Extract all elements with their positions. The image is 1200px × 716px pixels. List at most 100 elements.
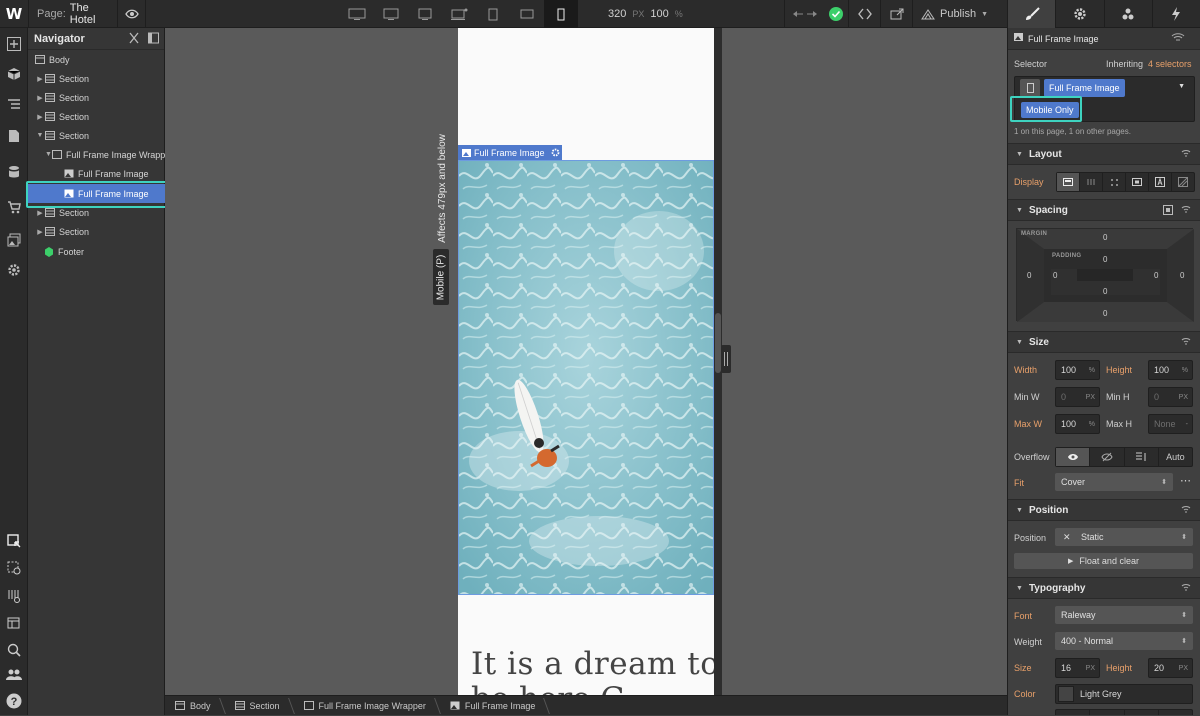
preview-selection-icon[interactable] — [0, 555, 28, 581]
padding-top-value[interactable]: 0 — [1103, 255, 1107, 264]
tablet-breakpoint-icon[interactable] — [476, 0, 510, 28]
desktop-medium-breakpoint-icon[interactable] — [374, 0, 408, 28]
margin-left-value[interactable]: 0 — [1027, 271, 1031, 280]
layout-section-header[interactable]: ▼ Layout — [1008, 143, 1200, 165]
text-align-right-icon[interactable] — [1125, 710, 1159, 715]
desktop-large-breakpoint-icon[interactable] — [340, 0, 374, 28]
position-section-header[interactable]: ▼ Position — [1008, 499, 1200, 521]
breadcrumb-wrapper[interactable]: Full Frame Image Wrapper — [294, 696, 440, 716]
collapse-arrow-icon[interactable]: ▼ — [36, 132, 44, 139]
webflow-logo[interactable]: W — [0, 0, 28, 28]
page-heading[interactable]: It is a dream to — [471, 646, 714, 682]
tree-item-body[interactable]: Body — [28, 50, 165, 69]
line-height-input[interactable]: 20 PX — [1148, 658, 1193, 678]
display-inline-block-icon[interactable] — [1126, 173, 1149, 191]
select-element-icon[interactable] — [0, 528, 28, 554]
max-height-input[interactable]: None - — [1148, 414, 1193, 434]
style-panel-tab[interactable] — [1007, 0, 1056, 28]
search-icon[interactable] — [0, 637, 28, 663]
text-color-field[interactable]: Light Grey — [1055, 684, 1193, 704]
expand-arrow-icon[interactable]: ▶ — [36, 75, 44, 83]
overflow-scroll-icon[interactable] — [1125, 448, 1159, 466]
breadcrumb-body[interactable]: Body — [165, 696, 225, 716]
tree-item-section[interactable]: ▶ Section — [28, 69, 165, 88]
tree-item-section[interactable]: ▶ Section — [28, 88, 165, 107]
pages-icon[interactable] — [0, 123, 28, 149]
canvas-resize-handle[interactable] — [721, 345, 731, 373]
breadcrumb-section[interactable]: Section — [225, 696, 294, 716]
text-align-left-icon[interactable] — [1056, 710, 1091, 715]
font-weight-select[interactable]: 400 - Normal ⬍ — [1055, 632, 1193, 650]
element-settings-gear-icon[interactable] — [549, 145, 562, 160]
undo-redo-icon[interactable] — [784, 0, 824, 28]
navigator-icon[interactable] — [0, 91, 28, 117]
size-section-header[interactable]: ▼ Size — [1008, 331, 1200, 353]
margin-bottom-value[interactable]: 0 — [1103, 309, 1107, 318]
tree-item-image-selected[interactable]: Full Frame Image — [28, 184, 165, 203]
tree-item-image[interactable]: Full Frame Image — [28, 164, 165, 183]
class-chip-mobile-only[interactable]: Mobile Only — [1021, 102, 1079, 118]
code-export-icon[interactable] — [848, 0, 880, 28]
selected-element-label[interactable]: Full Frame Image — [458, 145, 549, 160]
share-icon[interactable] — [880, 0, 912, 28]
expand-arrow-icon[interactable]: ▶ — [36, 94, 44, 102]
padding-left-value[interactable]: 0 — [1053, 271, 1057, 280]
height-input[interactable]: 100% — [1148, 360, 1193, 380]
ecommerce-cart-icon[interactable] — [0, 194, 28, 220]
overflow-hidden-icon[interactable] — [1090, 448, 1125, 466]
desktop-base-breakpoint-icon[interactable] — [442, 0, 476, 28]
padding-right-value[interactable]: 0 — [1154, 271, 1158, 280]
position-select[interactable]: ✕ Static ⬍ — [1055, 528, 1193, 546]
collapse-arrow-icon[interactable]: ▼ — [45, 151, 52, 158]
settings-panel-tab[interactable] — [1055, 0, 1103, 28]
width-input[interactable]: 100% — [1055, 360, 1100, 380]
expand-arrow-icon[interactable]: ▶ — [36, 228, 44, 236]
style-manager-tab[interactable] — [1103, 0, 1152, 28]
text-align-justify-icon[interactable] — [1159, 710, 1192, 715]
help-icon[interactable]: ? — [0, 688, 28, 714]
display-flex-icon[interactable] — [1080, 173, 1103, 191]
overflow-visible-eye-icon[interactable] — [1056, 448, 1091, 466]
display-grid-icon[interactable] — [1103, 173, 1126, 191]
typography-section-header[interactable]: ▼ Typography — [1008, 577, 1200, 599]
color-swatch[interactable] — [1058, 686, 1074, 702]
tree-item-section-expanded[interactable]: ▼ Section — [28, 126, 165, 145]
spacing-preset-icon[interactable] — [1163, 205, 1173, 218]
interactions-panel-tab[interactable] — [1151, 0, 1200, 28]
full-frame-image[interactable] — [458, 160, 714, 595]
selector-field[interactable]: Full Frame Image Mobile Only ▼ — [1014, 76, 1195, 122]
spacing-section-header[interactable]: ▼ Spacing — [1008, 199, 1200, 221]
tree-item-section[interactable]: ▶ Section — [28, 203, 165, 222]
collaborators-icon[interactable] — [0, 662, 28, 688]
class-chip-full-frame-image[interactable]: Full Frame Image — [1044, 79, 1125, 97]
tree-item-section[interactable]: ▶ Section — [28, 222, 165, 241]
font-size-input[interactable]: 16 PX — [1055, 658, 1100, 678]
preview-eye-icon[interactable] — [118, 0, 146, 28]
tree-item-wrapper[interactable]: ▼ Full Frame Image Wrapper — [28, 145, 165, 164]
symbols-cube-icon[interactable] — [0, 61, 28, 87]
chevron-down-icon[interactable]: ▼ — [1178, 83, 1185, 90]
padding-bottom-value[interactable]: 0 — [1103, 287, 1107, 296]
margin-top-value[interactable]: 0 — [1103, 233, 1107, 242]
tree-item-section[interactable]: ▶ Section — [28, 107, 165, 126]
grid-overlay-icon[interactable] — [0, 583, 28, 609]
inheriting-selectors-link[interactable]: 4 selectors — [1148, 59, 1192, 69]
max-width-input[interactable]: 100% — [1055, 414, 1100, 434]
display-inline-icon[interactable] — [1149, 173, 1172, 191]
page-heading-line-2[interactable]: be here G — [471, 681, 625, 695]
cms-database-icon[interactable] — [0, 159, 28, 185]
object-fit-select[interactable]: Cover ⬍ — [1055, 473, 1173, 491]
display-none-icon[interactable] — [1172, 173, 1194, 191]
canvas-zoom-value[interactable]: 100 — [650, 8, 668, 20]
expand-arrow-icon[interactable]: ▶ — [36, 209, 44, 217]
assets-images-icon[interactable] — [0, 227, 28, 253]
float-and-clear-button[interactable]: ▶ Float and clear — [1014, 553, 1193, 569]
tree-item-footer[interactable]: Footer — [28, 242, 165, 261]
margin-right-value[interactable]: 0 — [1180, 271, 1184, 280]
font-family-select[interactable]: Raleway ⬍ — [1055, 606, 1193, 624]
breadcrumb-image[interactable]: Full Frame Image — [440, 696, 550, 716]
more-options-icon[interactable]: ⋯ — [1180, 474, 1191, 487]
expand-arrow-icon[interactable]: ▶ — [36, 113, 44, 121]
canvas-width-value[interactable]: 320 — [608, 8, 626, 20]
layout-preview-icon[interactable] — [0, 611, 28, 637]
